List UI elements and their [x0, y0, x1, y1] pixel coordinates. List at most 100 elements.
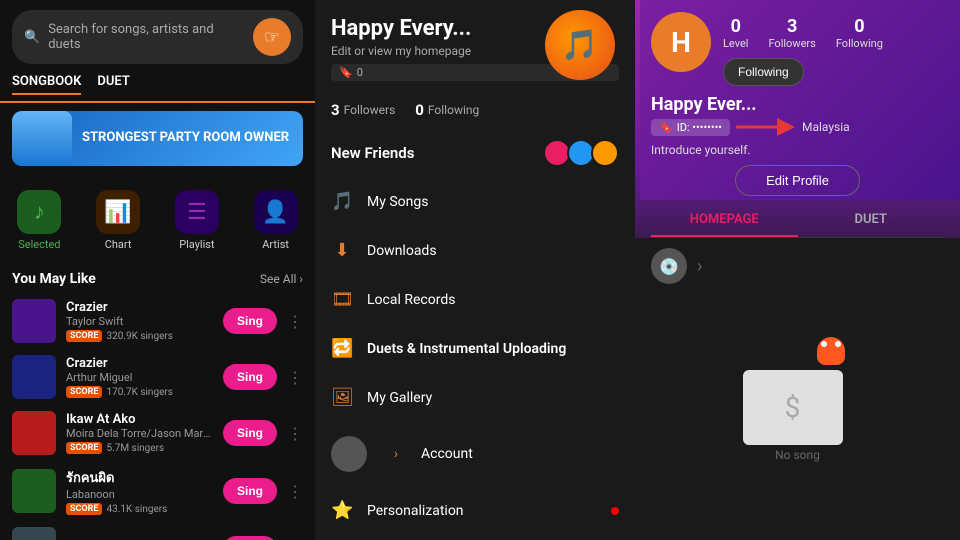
sing-button-3[interactable]: Sing	[223, 420, 277, 446]
chart-label: Chart	[105, 238, 132, 251]
song-item-5: Here's Your Perfect Sing ⋮	[0, 521, 315, 540]
more-button-4[interactable]: ⋮	[287, 482, 303, 501]
menu-downloads[interactable]: ⬇ Downloads	[315, 226, 635, 275]
duets-icon: 🔁	[331, 338, 353, 359]
song-info-3: Ikaw At Ako Moira Dela Torre/Jason Marvi…	[66, 412, 213, 454]
menu-my-songs[interactable]: 🎵 My Songs	[315, 177, 635, 226]
score-count-3: 5.7M singers	[106, 443, 164, 454]
left-panel: 🔍 Search for songs, artists and duets ☞ …	[0, 0, 315, 540]
box-body: $	[743, 370, 843, 445]
score-badge-4: SCORE	[66, 503, 102, 515]
sing-button-4[interactable]: Sing	[223, 478, 277, 504]
downloads-icon: ⬇	[331, 240, 353, 261]
local-records-icon: 🎞	[331, 289, 353, 310]
level-label: Level	[723, 37, 748, 50]
menu-personalization[interactable]: ⭐ Personalization	[315, 486, 635, 535]
song-artist-2: Arthur Miguel	[66, 371, 213, 384]
downloads-label: Downloads	[367, 243, 437, 259]
right-following-label: Following	[836, 37, 883, 50]
finger-icon: ☞	[253, 18, 291, 56]
tabs-row: SONGBOOK DUET	[0, 74, 315, 103]
banner-text: STRONGEST PARTY ROOM OWNER	[72, 130, 299, 147]
tab-songbook[interactable]: SONGBOOK	[12, 74, 81, 95]
song-name-1: Crazier	[66, 300, 213, 315]
icon-selected[interactable]: ♪ Selected	[0, 182, 79, 259]
no-song-area: $ No song	[635, 294, 960, 540]
song-score-3: SCORE 5.7M singers	[66, 442, 213, 454]
song-info-1: Crazier Taylor Swift SCORE 320.9K singer…	[66, 300, 213, 342]
score-count-2: 170.7K singers	[106, 387, 172, 398]
account-icon: ›	[385, 446, 407, 462]
following-count: 0	[415, 101, 424, 119]
following-stat: 0 Following	[415, 101, 479, 119]
id-icon: 🔖	[339, 66, 353, 79]
personalization-icon: ⭐	[331, 500, 353, 521]
artist-label: Artist	[262, 238, 289, 251]
right-location: Malaysia	[802, 120, 850, 134]
homepage-content: 💿 ›	[635, 238, 960, 294]
playlist-icon: ☰	[175, 190, 219, 234]
song-thumb-5	[12, 527, 56, 540]
more-button-2[interactable]: ⋮	[287, 368, 303, 387]
account-label: Account	[421, 446, 473, 462]
icon-artist[interactable]: 👤 Artist	[236, 182, 315, 259]
notification-dot	[611, 507, 619, 515]
new-friends-title: New Friends	[331, 144, 414, 162]
friends-avatars	[547, 139, 619, 167]
artist-icon: 👤	[254, 190, 298, 234]
score-count-4: 43.1K singers	[106, 504, 167, 515]
right-stats-container: 0 Level 3 Followers 0 Following Followin…	[723, 12, 883, 86]
sing-button-1[interactable]: Sing	[223, 308, 277, 334]
song-score-2: SCORE 170.7K singers	[66, 386, 213, 398]
sing-button-2[interactable]: Sing	[223, 364, 277, 390]
score-badge-3: SCORE	[66, 442, 102, 454]
icon-grid: ♪ Selected 📊 Chart ☰ Playlist 👤 Artist	[0, 174, 315, 267]
tab-duet[interactable]: DUET	[97, 74, 129, 95]
menu-gallery[interactable]: 🖼 My Gallery	[315, 373, 635, 422]
icon-chart[interactable]: 📊 Chart	[79, 182, 158, 259]
playlist-label: Playlist	[179, 238, 214, 251]
bird-character	[817, 337, 845, 365]
song-name-2: Crazier	[66, 356, 213, 371]
middle-panel: Happy Every... Edit or view my homepage …	[315, 0, 635, 540]
disc-icon: 💿	[651, 248, 687, 284]
duets-label: Duets & Instrumental Uploading	[367, 341, 566, 357]
see-all-link[interactable]: See All ›	[260, 272, 303, 286]
id-value-right: ID: ••••••••	[677, 121, 722, 134]
right-introduce: Introduce yourself.	[651, 143, 944, 157]
right-tabs: HOMEPAGE DUET	[651, 204, 944, 238]
menu-local-records[interactable]: 🎞 Local Records	[315, 275, 635, 324]
edit-profile-button[interactable]: Edit Profile	[735, 165, 860, 196]
friend-avatar-3[interactable]	[591, 139, 619, 167]
more-button-1[interactable]: ⋮	[287, 312, 303, 331]
level-stat: 0 Level	[723, 16, 748, 50]
id-value: 0	[357, 66, 363, 79]
song-score-1: SCORE 320.9K singers	[66, 330, 213, 342]
no-song-text: No song	[775, 448, 820, 462]
menu-account[interactable]: › Account	[315, 422, 635, 486]
following-button[interactable]: Following	[723, 58, 804, 86]
song-name-4: รักคนผิด	[66, 467, 213, 488]
song-info-2: Crazier Arthur Miguel SCORE 170.7K singe…	[66, 356, 213, 398]
score-badge-2: SCORE	[66, 386, 102, 398]
song-artist-4: Labanoon	[66, 488, 213, 501]
right-following-count: 0	[854, 16, 864, 37]
song-thumb-1	[12, 299, 56, 343]
song-name-3: Ikaw At Ako	[66, 412, 213, 427]
score-count-1: 320.9K singers	[106, 331, 172, 342]
banner: STRONGEST PARTY ROOM OWNER	[12, 111, 303, 166]
search-placeholder: Search for songs, artists and duets	[48, 22, 245, 52]
menu-duets[interactable]: 🔁 Duets & Instrumental Uploading	[315, 324, 635, 373]
song-artist-3: Moira Dela Torre/Jason Marvin	[66, 427, 213, 440]
tab-duet-right[interactable]: DUET	[798, 204, 945, 237]
more-button-3[interactable]: ⋮	[287, 424, 303, 443]
red-arrow-icon	[736, 117, 796, 137]
tab-homepage[interactable]: HOMEPAGE	[651, 204, 798, 237]
local-records-label: Local Records	[367, 292, 455, 308]
chevron-right-icon: ›	[697, 256, 702, 277]
avatar-letter: H	[671, 26, 691, 59]
id-icon-right: 🔖	[659, 121, 673, 134]
search-bar[interactable]: 🔍 Search for songs, artists and duets ☞	[12, 10, 303, 64]
sing-button-5[interactable]: Sing	[223, 536, 277, 540]
icon-playlist[interactable]: ☰ Playlist	[158, 182, 237, 259]
